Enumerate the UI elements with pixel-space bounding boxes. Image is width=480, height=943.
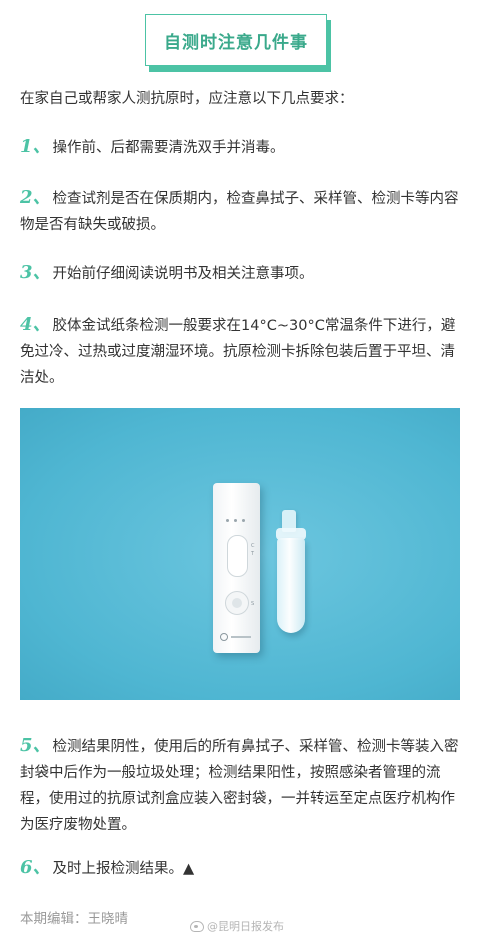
weibo-icon: [190, 920, 204, 932]
intro-text: 在家自己或帮家人测抗原时，应注意以下几点要求：: [20, 91, 354, 107]
editor-credit: 本期编辑：王晓晴: [20, 911, 128, 927]
list-item-6: 6、 及时上报检测结果。▲: [20, 855, 460, 882]
cassette-label-line: [231, 636, 251, 638]
item-text: 及时上报检测结果。▲: [52, 861, 195, 877]
title-block: 自测时注意几件事: [145, 14, 331, 72]
result-window: [227, 535, 248, 577]
item-text: 开始前仔细阅读说明书及相关注意事项。: [52, 266, 314, 282]
list-item-4: 4、 胶体金试纸条检测一般要求在14°C~30°C常温条件下进行，避免过冷、过热或…: [20, 312, 460, 391]
cassette-logo-icon: [220, 633, 228, 641]
item-number: 1、: [20, 136, 51, 157]
page-title: 自测时注意几件事: [145, 14, 327, 66]
item-text: 胶体金试纸条检测一般要求在14°C~30°C常温条件下进行，避免过冷、过热或过度…: [20, 318, 456, 386]
watermark-text: @昆明日报发布: [207, 920, 284, 933]
s-mark: S: [251, 601, 255, 607]
item-number: 5、: [20, 735, 51, 756]
sampling-tube: [277, 538, 305, 633]
item-text: 操作前、后都需要清洗双手并消毒。: [52, 140, 285, 156]
c-mark: C: [251, 543, 255, 549]
sample-well-inner: [232, 598, 242, 608]
list-item-2: 2、 检查试剂是否在保质期内，检查鼻拭子、采样管、检测卡等内容物是否有缺失或破损。: [20, 185, 460, 238]
test-kit-photo: C T S: [20, 408, 460, 700]
item-number: 3、: [20, 262, 51, 283]
watermark: @昆明日报发布: [190, 918, 284, 934]
cassette-dot: [242, 519, 245, 522]
sample-well: [225, 591, 249, 615]
item-text: 检查试剂是否在保质期内，检查鼻拭子、采样管、检测卡等内容物是否有缺失或破损。: [20, 191, 459, 233]
item-number: 4、: [20, 314, 51, 335]
item-number: 2、: [20, 187, 51, 208]
cassette-dot: [234, 519, 237, 522]
antigen-test-cassette: C T S: [213, 483, 260, 653]
cassette-dot: [226, 519, 229, 522]
list-item-3: 3、 开始前仔细阅读说明书及相关注意事项。: [20, 260, 460, 287]
item-number: 6、: [20, 857, 51, 878]
item-text: 检测结果阴性，使用后的所有鼻拭子、采样管、检测卡等装入密封袋中后作为一般垃圾处理…: [20, 739, 459, 833]
t-mark: T: [251, 551, 255, 557]
list-item-1: 1、 操作前、后都需要清洗双手并消毒。: [20, 134, 460, 161]
list-item-5: 5、 检测结果阴性，使用后的所有鼻拭子、采样管、检测卡等装入密封袋中后作为一般垃圾…: [20, 733, 460, 838]
